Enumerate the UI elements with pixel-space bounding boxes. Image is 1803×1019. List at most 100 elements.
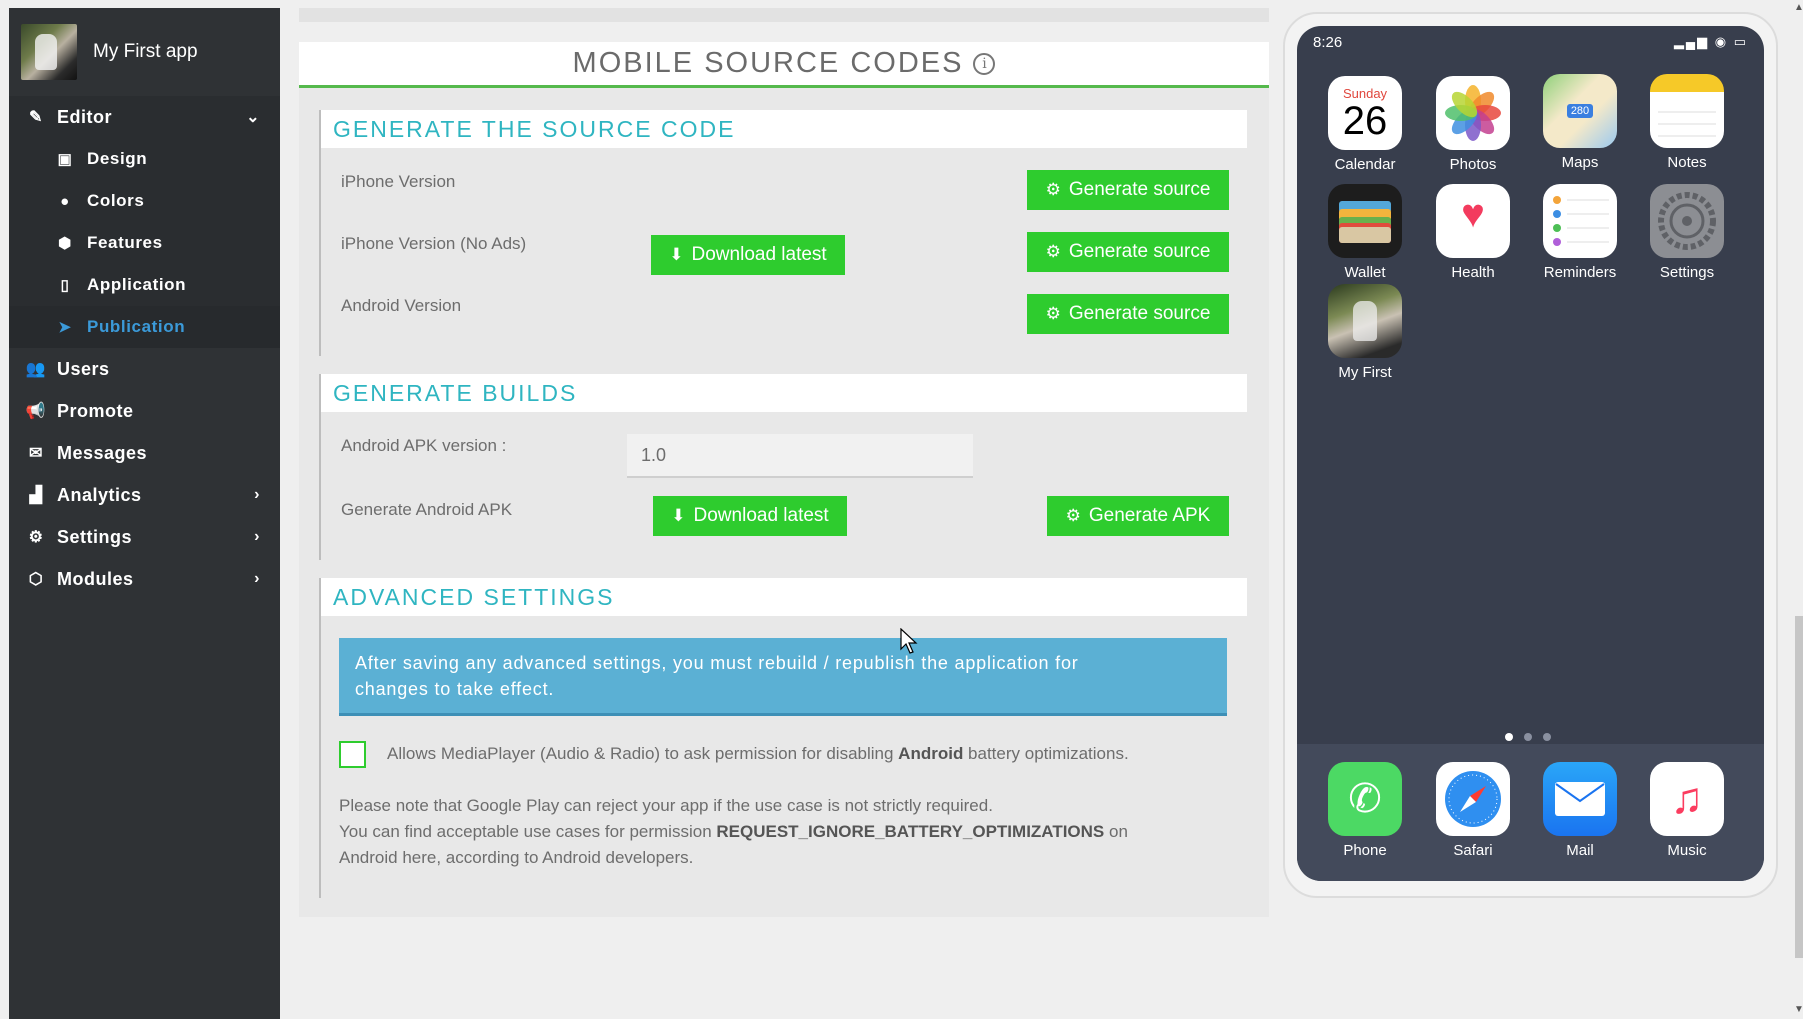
reminders-icon bbox=[1543, 184, 1617, 258]
app-reminders[interactable]: Reminders bbox=[1542, 184, 1618, 281]
page-dot bbox=[1505, 733, 1513, 741]
scroll-up-arrow-icon[interactable]: ▲ bbox=[1794, 2, 1803, 13]
app-phone[interactable]: ✆ Phone bbox=[1327, 762, 1403, 859]
title-bar: MOBILE SOURCE CODES i bbox=[299, 42, 1269, 88]
app-header[interactable]: My First app bbox=[9, 8, 280, 96]
photos-icon bbox=[1436, 76, 1510, 150]
pencil-icon: ✎ bbox=[29, 109, 43, 126]
app-photos[interactable]: Photos bbox=[1435, 76, 1511, 173]
sidebar-item-settings[interactable]: ⚙ Settings › bbox=[9, 516, 280, 558]
app-label: Wallet bbox=[1344, 264, 1386, 281]
app-label: My First bbox=[1338, 364, 1392, 381]
app-safari[interactable]: Safari bbox=[1435, 762, 1511, 859]
sidebar-item-label: Settings bbox=[57, 526, 133, 547]
app-label: Phone bbox=[1343, 842, 1387, 859]
app-mail[interactable]: Mail bbox=[1542, 762, 1618, 859]
app-label: Calendar bbox=[1334, 156, 1396, 173]
app-calendar[interactable]: Sunday 26 Calendar bbox=[1327, 76, 1403, 173]
alert-line: changes to take effect. bbox=[355, 679, 555, 699]
label-text: Allows MediaPlayer (Audio & Radio) to as… bbox=[387, 744, 899, 763]
cubes-icon: ⬡ bbox=[28, 571, 44, 588]
download-apk-button[interactable]: ⬇ Download latest bbox=[653, 496, 847, 536]
envelope-icon: ✉ bbox=[29, 445, 43, 462]
wallet-icon bbox=[1328, 184, 1402, 258]
button-label: Generate source bbox=[1068, 241, 1211, 262]
app-maps[interactable]: 280 Maps bbox=[1542, 74, 1618, 171]
label-bold: Android bbox=[898, 744, 964, 763]
apk-version-label: Android APK version : bbox=[341, 436, 507, 455]
my-first-app-icon bbox=[1328, 284, 1402, 358]
app-name: My First app bbox=[93, 41, 198, 62]
app-label: Settings bbox=[1659, 264, 1715, 281]
sidebar-item-label: Features bbox=[87, 233, 163, 252]
generate-android-source-button[interactable]: ⚙ Generate source bbox=[1027, 294, 1229, 334]
phone-icon: ✆ bbox=[1328, 762, 1402, 836]
scroll-down-arrow-icon[interactable]: ▼ bbox=[1794, 1004, 1803, 1015]
app-music[interactable]: ♫ Music bbox=[1649, 762, 1725, 859]
sidebar-item-modules[interactable]: ⬡ Modules › bbox=[9, 558, 280, 600]
health-icon: ♥ bbox=[1436, 184, 1510, 258]
sidebar-item-editor[interactable]: ✎ Editor ⌄ bbox=[9, 96, 280, 138]
sidebar-item-messages[interactable]: ✉ Messages bbox=[9, 432, 280, 474]
app-label: Reminders bbox=[1543, 264, 1617, 281]
button-label: Generate source bbox=[1068, 179, 1211, 200]
sidebar-item-label: Promote bbox=[57, 400, 134, 421]
generate-apk-button[interactable]: ⚙ Generate APK bbox=[1047, 496, 1229, 536]
sidebar-item-colors[interactable]: ● Colors bbox=[9, 180, 280, 222]
sidebar-item-design[interactable]: ▣ Design bbox=[9, 138, 280, 180]
android-developers-note: Android here, according to Android devel… bbox=[339, 848, 694, 867]
apk-version-input[interactable]: 1.0 bbox=[627, 434, 973, 478]
page-title: MOBILE SOURCE CODES bbox=[572, 47, 964, 79]
mediaplayer-checkbox[interactable] bbox=[339, 741, 366, 768]
megaphone-icon: 📢 bbox=[25, 403, 47, 420]
sidebar-item-features[interactable]: ⬢ Features bbox=[9, 222, 280, 264]
paper-plane-icon: ➤ bbox=[58, 319, 72, 336]
app-health[interactable]: ♥ Health bbox=[1435, 184, 1511, 281]
advanced-settings-section: ADVANCED SETTINGS After saving any advan… bbox=[319, 578, 1247, 898]
generate-apk-label: Generate Android APK bbox=[341, 500, 513, 519]
note-text: You can find acceptable use cases for pe… bbox=[339, 822, 717, 841]
app-my-first[interactable]: My First bbox=[1327, 284, 1403, 381]
chevron-right-icon: › bbox=[254, 528, 260, 545]
info-icon[interactable]: i bbox=[973, 52, 996, 75]
note-text: on bbox=[1104, 822, 1128, 841]
rebuild-alert: After saving any advanced settings, you … bbox=[339, 638, 1227, 716]
sidebar-item-label: Analytics bbox=[57, 484, 142, 505]
app-settings[interactable]: Settings bbox=[1649, 184, 1725, 281]
dock: ✆ Phone Safari Mail ♫ Music bbox=[1297, 744, 1764, 881]
mail-icon bbox=[1543, 762, 1617, 836]
sidebar-item-label: Colors bbox=[87, 191, 145, 210]
app-label: Safari bbox=[1453, 842, 1493, 859]
sidebar-item-promote[interactable]: 📢 Promote bbox=[9, 390, 280, 432]
download-icon: ⬇ bbox=[671, 506, 686, 525]
button-label: Generate APK bbox=[1088, 505, 1211, 526]
sidebar-item-users[interactable]: 👥 Users bbox=[9, 348, 280, 390]
app-wallet[interactable]: Wallet bbox=[1327, 184, 1403, 281]
sidebar-item-analytics[interactable]: ▟ Analytics › bbox=[9, 474, 280, 516]
sidebar-item-label: Users bbox=[57, 358, 110, 379]
generate-iphone-source-button[interactable]: ⚙ Generate source bbox=[1027, 170, 1229, 210]
gears-icon: ⚙ bbox=[1045, 242, 1061, 261]
safari-icon bbox=[1436, 762, 1510, 836]
generate-iphone-noads-source-button[interactable]: ⚙ Generate source bbox=[1027, 232, 1229, 272]
section-header: GENERATE BUILDS bbox=[321, 374, 1247, 412]
sidebar-item-application[interactable]: ▯ Application bbox=[9, 264, 280, 306]
section-title: ADVANCED SETTINGS bbox=[333, 583, 615, 610]
app-label: Mail bbox=[1566, 842, 1594, 859]
settings-icon bbox=[1650, 184, 1724, 258]
app-notes[interactable]: Notes bbox=[1649, 74, 1725, 171]
app-label: Music bbox=[1667, 842, 1707, 859]
chevron-right-icon: › bbox=[254, 486, 260, 503]
users-icon: 👥 bbox=[25, 361, 47, 378]
button-label: Download latest bbox=[693, 505, 829, 526]
phone-screen: 8:26 ▂▄▆ ◉ ▭ Sunday 26 Calendar Photos 2… bbox=[1297, 26, 1764, 881]
chevron-right-icon: › bbox=[254, 570, 260, 587]
maps-badge: 280 bbox=[1566, 104, 1594, 118]
label-text: battery optimizations. bbox=[963, 744, 1129, 763]
scrollbar-thumb[interactable] bbox=[1795, 616, 1803, 958]
app-label: Photos bbox=[1449, 156, 1497, 173]
download-iphone-noads-button[interactable]: ⬇ Download latest bbox=[651, 235, 845, 275]
sidebar-item-publication[interactable]: ➤ Publication bbox=[9, 306, 280, 348]
calendar-icon: Sunday 26 bbox=[1328, 76, 1402, 150]
app-label: Maps bbox=[1561, 154, 1599, 171]
